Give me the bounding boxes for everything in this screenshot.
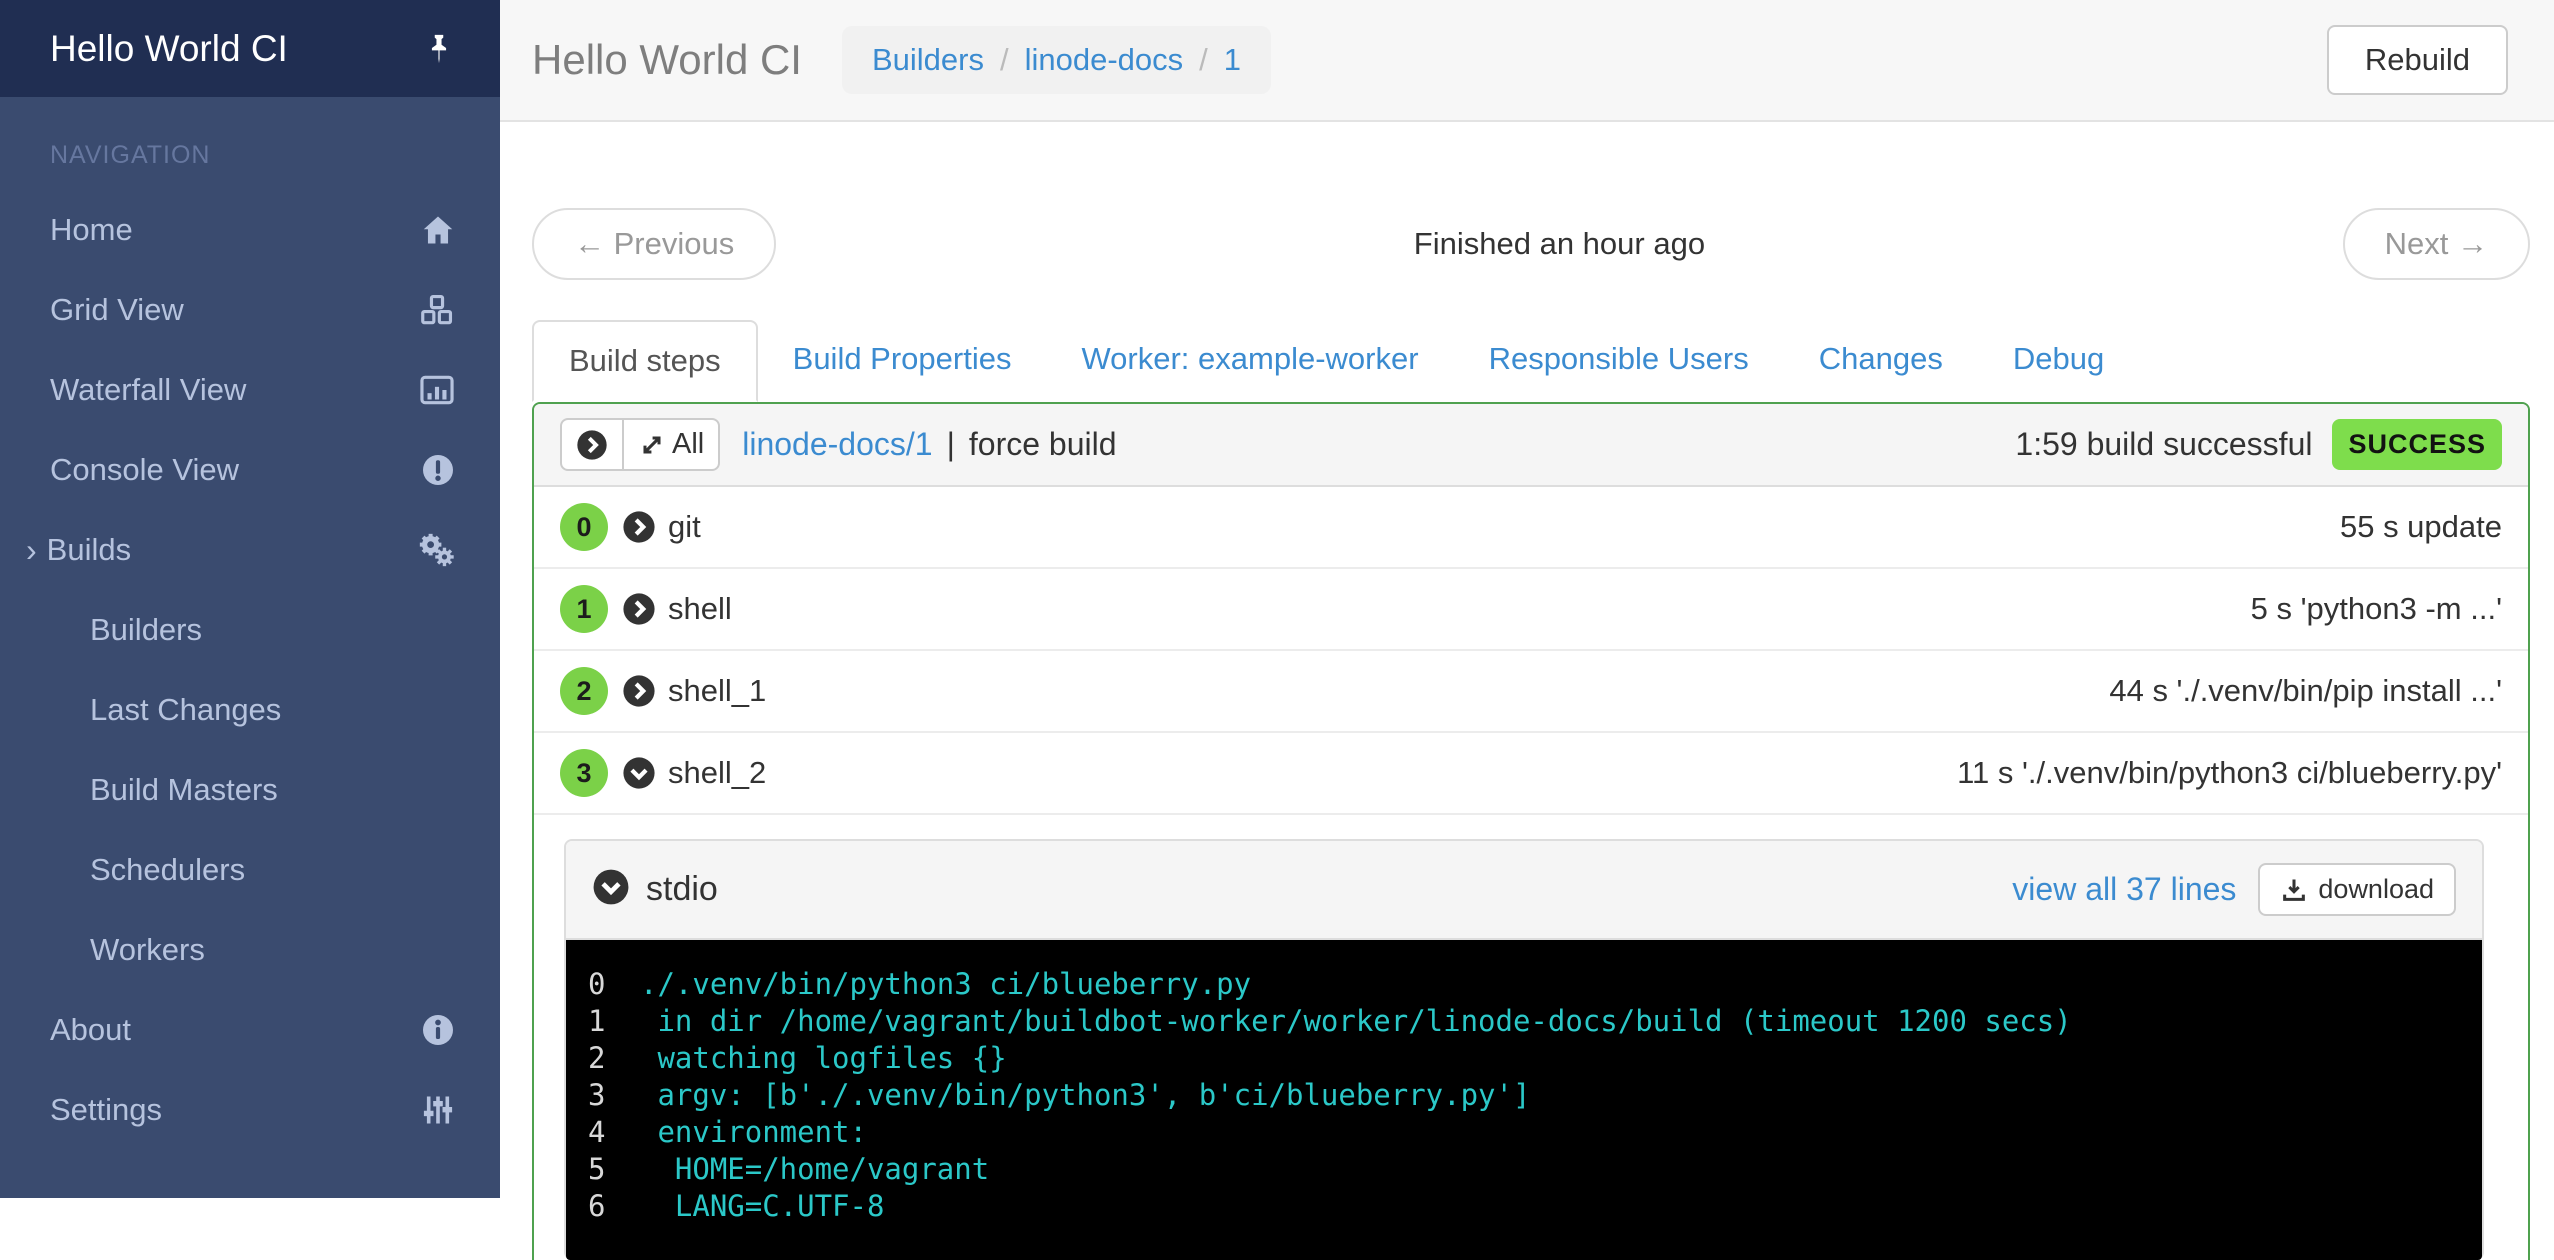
log-line: 2 watching logfiles {} [566,1040,2482,1077]
sidebar-item-builds[interactable]: › Builds [0,510,500,590]
gears-icon [416,530,456,570]
next-build-button[interactable]: Next → [2343,208,2530,280]
sidebar: Hello World CI NAVIGATION Home Grid View… [0,0,500,1198]
build-duration-summary: 1:59 build successful [2015,426,2312,463]
expand-all-button[interactable]: All [622,418,720,471]
step-row-git[interactable]: 0 git 55 s update [534,487,2528,569]
log-line: 6 LANG=C.UTF-8 [566,1188,2482,1225]
cubes-icon [418,291,456,329]
build-finished-status: Finished an hour ago [776,226,2342,262]
step-number-badge: 2 [560,667,608,715]
sidebar-item-workers[interactable]: Workers [0,910,500,990]
toggle-steps-button[interactable] [560,418,624,471]
view-all-lines-link[interactable]: view all 37 lines [2012,871,2236,908]
tab-changes[interactable]: Changes [1784,320,1978,402]
sidebar-item-grid-view[interactable]: Grid View [0,270,500,350]
info-circle-icon [420,1012,456,1048]
sidebar-item-builders[interactable]: Builders [0,590,500,670]
chevron-circle-right-icon [622,510,656,544]
stdio-log-panel: stdio view all 37 lines download 0./.ven… [564,839,2484,1260]
sidebar-item-about[interactable]: About [0,990,500,1070]
sidebar-item-settings[interactable]: Settings [0,1070,500,1150]
build-link[interactable]: linode-docs/1 [742,426,932,463]
sliders-icon [420,1092,456,1128]
step-row-shell-2[interactable]: 3 shell_2 11 s './.venv/bin/python3 ci/b… [534,733,2528,815]
content: ← Previous Finished an hour ago Next → B… [500,122,2554,1260]
chevron-circle-right-icon [622,592,656,626]
breadcrumb-builders[interactable]: Builders [872,42,984,78]
sidebar-item-home[interactable]: Home [0,190,500,270]
step-number-badge: 3 [560,749,608,797]
pin-icon[interactable] [422,32,456,66]
build-pager: ← Previous Finished an hour ago Next → [532,208,2530,280]
build-summary-panel: All linode-docs/1 | force build 1:59 bui… [532,402,2530,1260]
step-number-badge: 0 [560,503,608,551]
chevron-circle-right-icon [576,429,608,461]
breadcrumb-builder[interactable]: linode-docs [1025,42,1184,78]
tab-build-properties[interactable]: Build Properties [758,320,1047,402]
terminal-log[interactable]: 0./.venv/bin/python3 ci/blueberry.py 1 i… [566,940,2482,1260]
previous-build-button[interactable]: ← Previous [532,208,776,280]
build-tabs: Build steps Build Properties Worker: exa… [532,320,2530,402]
build-summary-header: All linode-docs/1 | force build 1:59 bui… [534,404,2528,487]
expand-arrows-icon [638,431,666,459]
expand-caret-icon: › [26,532,37,569]
step-row-shell[interactable]: 1 shell 5 s 'python3 -m ...' [534,569,2528,651]
tab-responsible-users[interactable]: Responsible Users [1454,320,1784,402]
tab-debug[interactable]: Debug [1978,320,2139,402]
log-line: 3 argv: [b'./.venv/bin/python3', b'ci/bl… [566,1077,2482,1114]
status-badge: SUCCESS [2332,419,2502,470]
tab-worker[interactable]: Worker: example-worker [1046,320,1453,402]
expand-controls: All [560,418,720,471]
page-title: Hello World CI [532,36,802,84]
log-line: 5 HOME=/home/vagrant [566,1151,2482,1188]
sidebar-header: Hello World CI [0,0,500,97]
main-area: Hello World CI Builders / linode-docs / … [500,0,2554,1198]
sidebar-item-waterfall-view[interactable]: Waterfall View [0,350,500,430]
chevron-circle-down-icon [622,756,656,790]
step-number-badge: 1 [560,585,608,633]
page-header: Hello World CI Builders / linode-docs / … [500,0,2554,122]
breadcrumb: Builders / linode-docs / 1 [842,26,1271,94]
breadcrumb-build-number[interactable]: 1 [1224,42,1241,78]
download-icon [2280,876,2308,904]
nav-section-label: NAVIGATION [50,141,500,170]
sidebar-item-console-view[interactable]: Console View [0,430,500,510]
log-line: 4 environment: [566,1114,2482,1151]
log-line: 0./.venv/bin/python3 ci/blueberry.py [566,966,2482,1003]
sidebar-item-build-masters[interactable]: Build Masters [0,750,500,830]
step-row-shell-1[interactable]: 2 shell_1 44 s './.venv/bin/pip install … [534,651,2528,733]
build-reason: force build [969,426,1117,463]
exclamation-circle-icon [420,452,456,488]
bar-chart-icon [418,371,456,409]
chevron-circle-right-icon [622,674,656,708]
tab-build-steps[interactable]: Build steps [532,320,758,402]
home-icon [420,212,456,248]
app-brand: Hello World CI [50,28,288,70]
download-button[interactable]: download [2258,863,2456,916]
chevron-circle-down-icon[interactable] [592,868,630,911]
sidebar-item-last-changes[interactable]: Last Changes [0,670,500,750]
stdio-title: stdio [646,870,718,909]
stdio-header: stdio view all 37 lines download [566,841,2482,940]
log-line: 1 in dir /home/vagrant/buildbot-worker/w… [566,1003,2482,1040]
rebuild-button[interactable]: Rebuild [2327,25,2508,95]
sidebar-item-schedulers[interactable]: Schedulers [0,830,500,910]
